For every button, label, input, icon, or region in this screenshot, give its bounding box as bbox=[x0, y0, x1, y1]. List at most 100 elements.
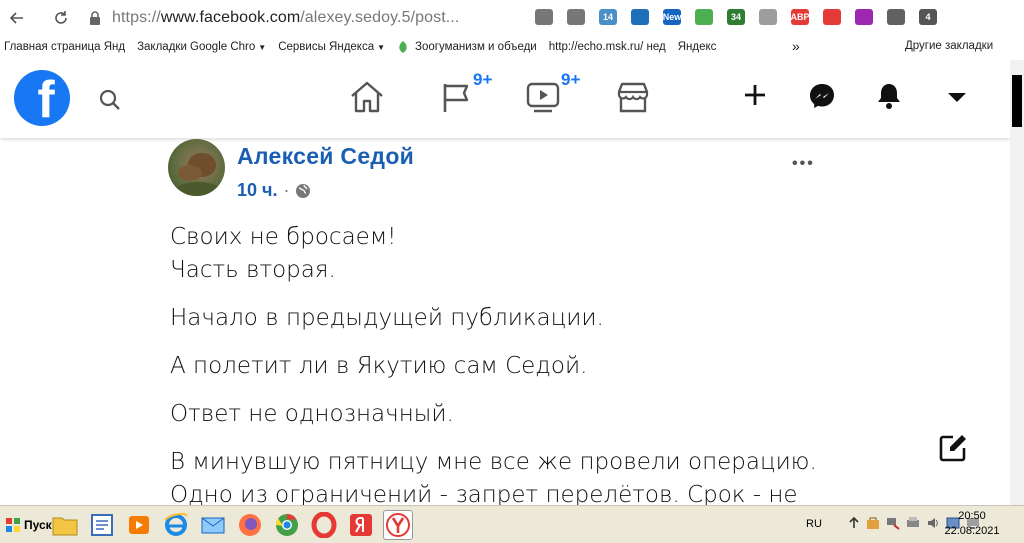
notifications-button[interactable] bbox=[876, 82, 902, 115]
extension-button[interactable] bbox=[880, 6, 912, 28]
bookmark-icon bbox=[567, 9, 585, 25]
leaf-icon bbox=[399, 41, 407, 53]
bookmark-item[interactable]: http://echo.msk.ru/ нед bbox=[549, 41, 666, 53]
taskbar-opera[interactable] bbox=[309, 510, 339, 540]
extension-button[interactable]: ABP bbox=[784, 6, 816, 28]
browser-toolbar: https://www.facebook.com/alexey.sedoy.5/… bbox=[0, 0, 1024, 35]
clock-time: 20:50 bbox=[958, 510, 986, 522]
plus-icon bbox=[745, 85, 765, 105]
bookmark-item[interactable]: Сервисы Яндекса ▼ bbox=[278, 41, 385, 53]
taskbar-yandex-active[interactable] bbox=[383, 510, 413, 540]
post-timestamp[interactable]: 10 ч. bbox=[237, 180, 277, 201]
bookmark-label: Яндекс bbox=[677, 41, 717, 53]
new-message-button[interactable] bbox=[937, 432, 969, 469]
facebook-logo[interactable]: f bbox=[14, 70, 70, 126]
post-paragraph: А полетит ли в Якутию сам Седой. bbox=[170, 350, 860, 383]
flag-icon bbox=[443, 84, 469, 112]
downloads-icon: 4 bbox=[919, 9, 937, 25]
system-clock[interactable]: 20:50 22.08.2021 bbox=[936, 509, 1008, 539]
caret-down-icon bbox=[948, 93, 966, 102]
extension-button[interactable] bbox=[816, 6, 848, 28]
bookmark-item[interactable]: Закладки Google Chro ▼ bbox=[137, 41, 266, 53]
marketplace-icon bbox=[617, 82, 649, 113]
search-button[interactable] bbox=[98, 88, 122, 117]
taskbar-explorer[interactable] bbox=[50, 510, 80, 540]
taskbar-mail[interactable] bbox=[198, 510, 228, 540]
tray-network-icon[interactable] bbox=[886, 516, 900, 530]
public-globe-icon bbox=[296, 183, 311, 198]
create-button[interactable] bbox=[742, 82, 768, 113]
post-options-button[interactable]: ••• bbox=[792, 155, 815, 173]
back-arrow-icon bbox=[9, 11, 23, 24]
taskbar-apps bbox=[50, 510, 413, 540]
taskbar-yandex-browser[interactable] bbox=[346, 510, 376, 540]
tray-printer-icon[interactable] bbox=[906, 516, 920, 530]
document-icon bbox=[91, 514, 113, 536]
post-paragraph: Ответ не однозначный. bbox=[170, 398, 860, 431]
home-icon bbox=[351, 81, 383, 113]
tray-arrow-icon[interactable] bbox=[848, 516, 860, 530]
extension-button[interactable] bbox=[624, 6, 656, 28]
extension-button[interactable] bbox=[528, 6, 560, 28]
calendar-icon: 14 bbox=[599, 9, 617, 25]
post-line: Ответ не однозначный. bbox=[170, 401, 454, 427]
start-label: Пуск bbox=[24, 518, 52, 532]
taskbar-word[interactable] bbox=[87, 510, 117, 540]
nav-watch-button[interactable] bbox=[524, 78, 562, 121]
taskbar-firefox[interactable] bbox=[235, 510, 265, 540]
post-line: Начало в предыдущей публикации. bbox=[170, 305, 604, 331]
extension-button[interactable] bbox=[560, 6, 592, 28]
compose-icon bbox=[939, 435, 966, 462]
meta-separator: · bbox=[283, 180, 290, 200]
extension-button[interactable] bbox=[752, 6, 784, 28]
extension-button[interactable]: 14 bbox=[592, 6, 624, 28]
windows-logo-icon bbox=[6, 518, 20, 532]
facebook-header: f 9+ 9+ bbox=[0, 60, 1010, 138]
post-line: Своих не бросаем! bbox=[170, 224, 397, 250]
extension-button[interactable]: 4 bbox=[912, 6, 944, 28]
taskbar-chrome[interactable] bbox=[272, 510, 302, 540]
firefox-icon bbox=[239, 514, 261, 536]
author-avatar[interactable] bbox=[168, 139, 225, 196]
messenger-button[interactable] bbox=[808, 82, 836, 115]
news-icon: New bbox=[663, 9, 681, 25]
extension-button[interactable] bbox=[848, 6, 880, 28]
author-name-link[interactable]: Алексей Седой bbox=[237, 143, 414, 170]
video-icon bbox=[526, 82, 560, 113]
nav-groups-button[interactable] bbox=[438, 78, 476, 121]
extension-button[interactable]: 34 bbox=[720, 6, 752, 28]
tray-shield-icon[interactable] bbox=[866, 516, 880, 530]
taskbar-ie[interactable] bbox=[161, 510, 191, 540]
bookmarks-overflow-button[interactable]: » bbox=[792, 38, 800, 54]
bookmark-item[interactable]: Яндекс bbox=[678, 41, 717, 53]
language-indicator[interactable]: RU bbox=[806, 518, 822, 530]
feather-icon bbox=[855, 9, 873, 25]
adblock-icon: ABP bbox=[791, 9, 810, 25]
search-icon bbox=[99, 89, 120, 110]
back-button[interactable] bbox=[4, 5, 30, 31]
extension-button[interactable]: New bbox=[656, 6, 688, 28]
lock-icon[interactable] bbox=[82, 5, 108, 31]
download-arrow-icon bbox=[695, 9, 713, 25]
extension-button[interactable] bbox=[688, 6, 720, 28]
globe-icon bbox=[759, 9, 777, 25]
clock-date: 22.08.2021 bbox=[944, 525, 1000, 537]
screen: https://www.facebook.com/alexey.sedoy.5/… bbox=[0, 0, 1024, 543]
account-menu-button[interactable] bbox=[946, 90, 968, 109]
reload-button[interactable] bbox=[48, 5, 74, 31]
bookmark-item[interactable]: Зоогуманизм и объеди bbox=[397, 40, 537, 54]
taskbar-media[interactable] bbox=[124, 510, 154, 540]
nav-marketplace-button[interactable] bbox=[614, 78, 652, 121]
cloud-icon bbox=[631, 9, 649, 25]
counter-icon: 34 bbox=[727, 9, 745, 25]
groups-badge: 9+ bbox=[473, 70, 493, 89]
yandex-y-icon bbox=[386, 513, 410, 537]
scrollbar-thumb[interactable] bbox=[1012, 75, 1022, 127]
bookmark-item[interactable]: Главная страница Янд bbox=[4, 41, 125, 53]
nav-home-button[interactable] bbox=[348, 78, 386, 121]
post-paragraph: В минувшую пятницу мне все же провели оп… bbox=[170, 446, 860, 512]
bookmarks-bar: Главная страница Янд Закладки Google Chro… bbox=[0, 36, 1024, 58]
chat-icon bbox=[535, 9, 553, 25]
other-bookmarks-button[interactable]: Другие закладки bbox=[905, 40, 993, 52]
address-bar[interactable]: https://www.facebook.com/alexey.sedoy.5/… bbox=[112, 9, 459, 27]
